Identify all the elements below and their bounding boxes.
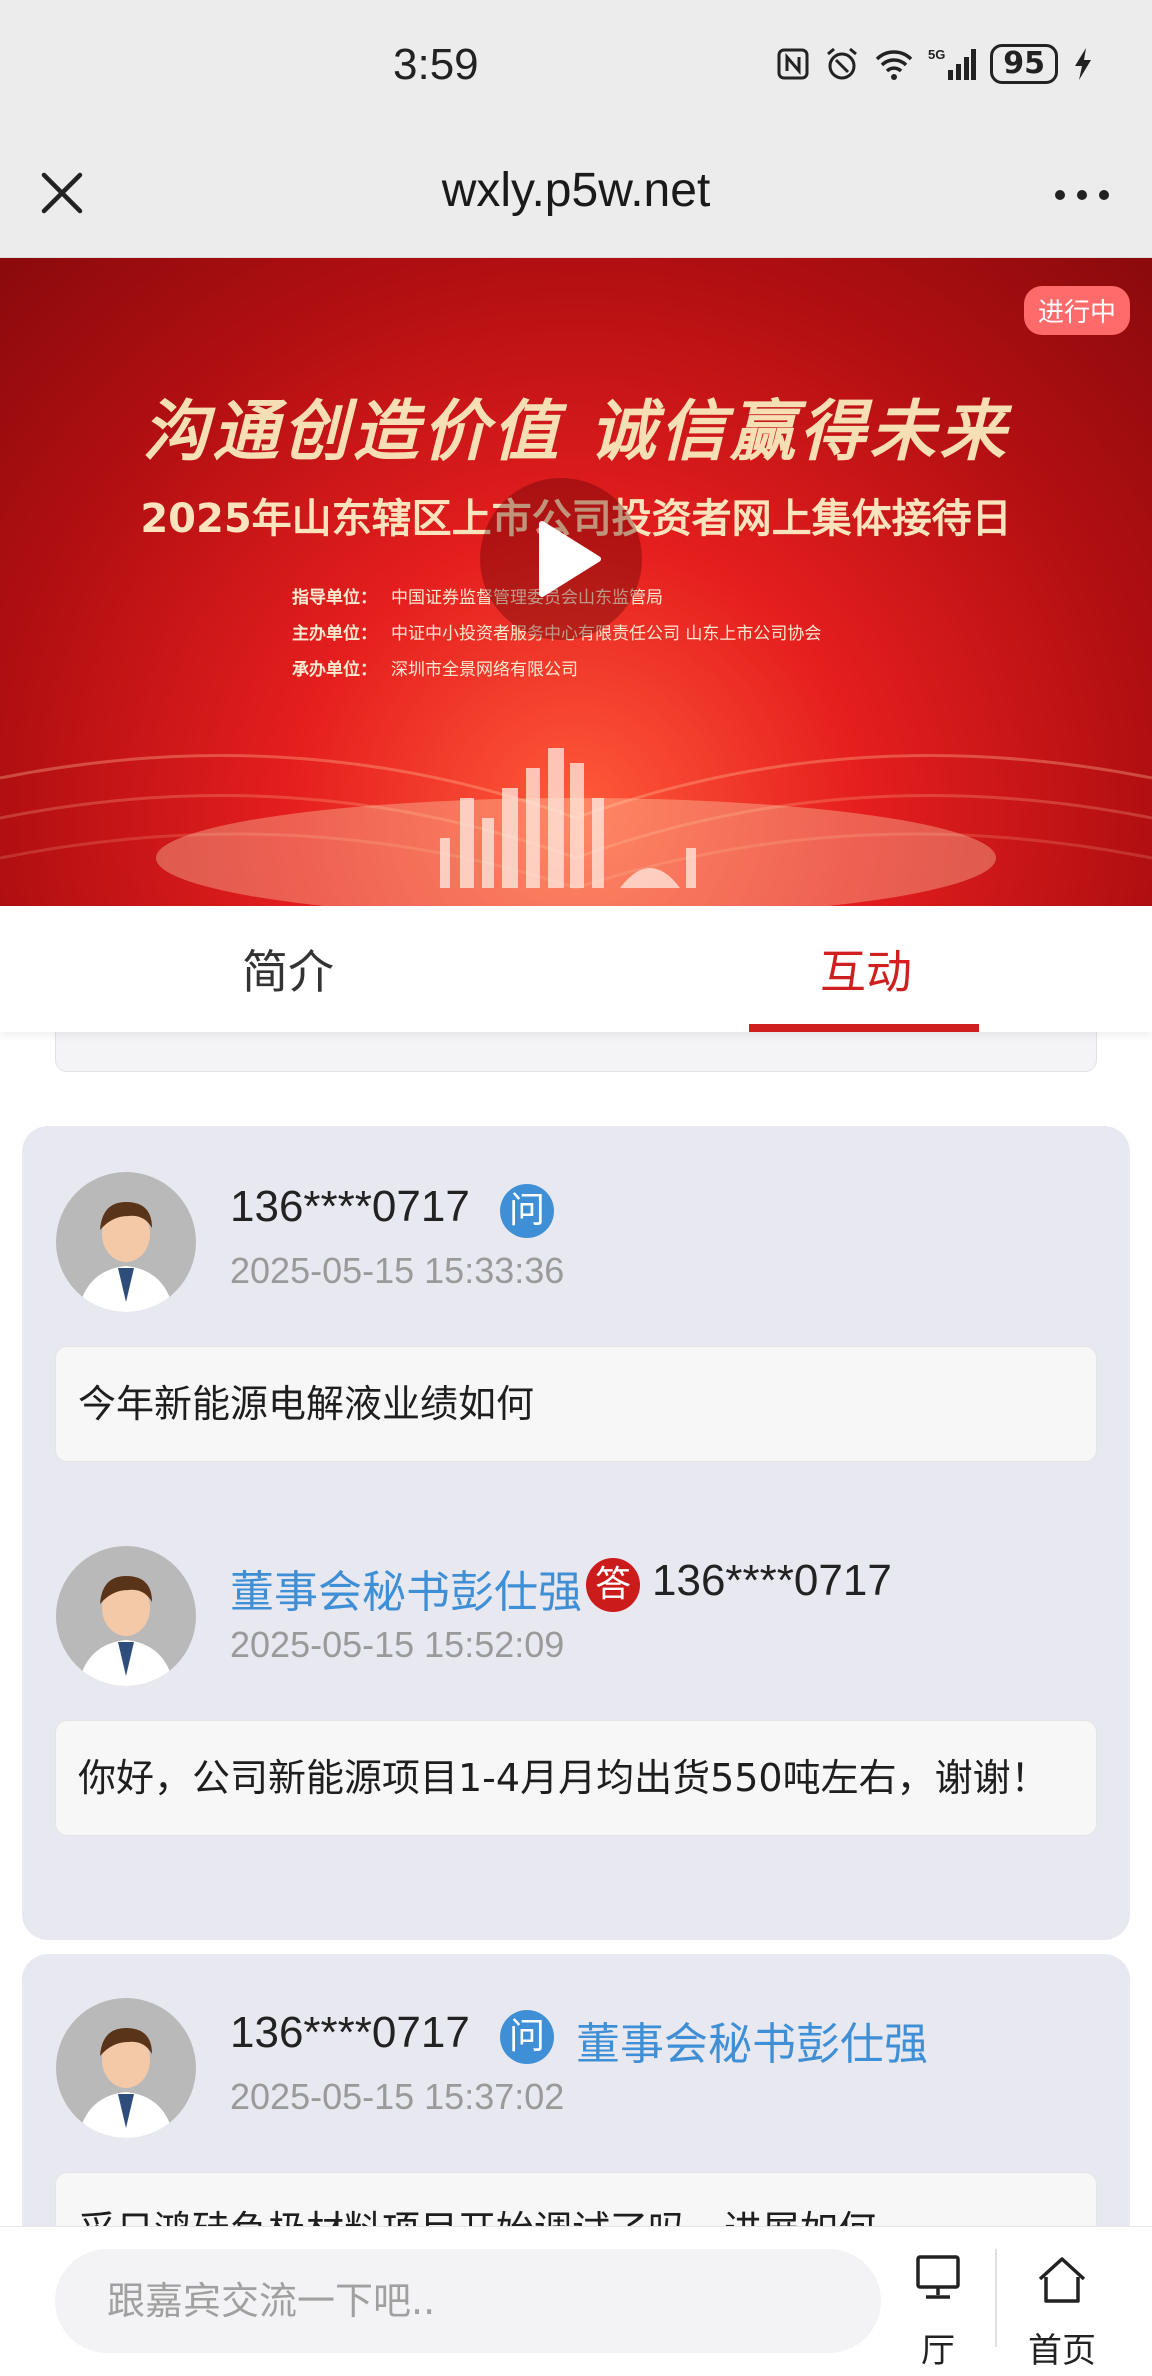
question-badge: 问 xyxy=(500,2010,554,2064)
home-icon xyxy=(1038,2257,1086,2303)
hall-label: 厅 xyxy=(921,2331,955,2371)
alarm-icon xyxy=(827,47,858,80)
page-url-title: wxly.p5w.net xyxy=(441,164,711,217)
nfc-icon xyxy=(777,48,809,80)
question-user: 136****0717 xyxy=(230,1182,470,1231)
qa-card: 136****0717 问 2025-05-15 15:33:36 今年新能源电… xyxy=(22,1126,1130,1940)
home-button[interactable]: 首页 xyxy=(1012,2249,1112,2371)
host-label: 主办单位： xyxy=(292,624,377,644)
tab-intro[interactable]: 简介 xyxy=(242,936,334,1002)
answer-text: 你好，公司新能源项目1-4月月均出货550吨左右，谢谢！ xyxy=(55,1720,1097,1836)
question-text: 采日鸿硅负极材料项目开始调试了吗，进展如何 xyxy=(55,2172,1097,2226)
charging-icon xyxy=(1075,48,1091,80)
banner-slogan: 沟通创造价值 诚信赢得未来 xyxy=(142,392,1010,470)
answer-user[interactable]: 董事会秘书彭仕强 xyxy=(230,1556,582,1620)
city-skyline-illustration xyxy=(440,748,696,888)
bottom-divider xyxy=(995,2249,997,2347)
home-label: 首页 xyxy=(1028,2331,1096,2371)
avatar xyxy=(56,1546,196,1686)
play-icon xyxy=(539,521,601,597)
active-tab-indicator xyxy=(749,1024,979,1032)
avatar xyxy=(56,1172,196,1312)
question-text: 今年新能源电解液业绩如何 xyxy=(55,1346,1097,1462)
svg-text:5G: 5G xyxy=(928,47,945,62)
live-video-banner[interactable]: 沟通创造价值 诚信赢得未来 2025年山东辖区上市公司投资者网上集体接待日 指导… xyxy=(0,258,1152,906)
question-user: 136****0717 xyxy=(230,2008,470,2057)
tab-bar: 简介 互动 xyxy=(0,906,1152,1032)
user-avatar-icon xyxy=(78,2028,174,2138)
guide-label: 指导单位： xyxy=(292,588,377,608)
play-button[interactable] xyxy=(480,478,642,640)
avatar xyxy=(56,1998,196,2138)
hall-button[interactable]: 厅 xyxy=(888,2249,988,2371)
qa-card: 136****0717 问 董事会秘书彭仕强 2025-05-15 15:37:… xyxy=(22,1954,1130,2226)
live-status-badge: 进行中 xyxy=(1023,286,1130,335)
5g-signal-icon: 5G xyxy=(928,47,977,80)
answer-to-user: 136****0717 xyxy=(652,1556,892,1605)
question-to-user[interactable]: 董事会秘书彭仕强 xyxy=(576,2008,928,2072)
organizer-label: 承办单位： xyxy=(292,660,377,680)
battery-level: 95 xyxy=(990,44,1058,84)
more-options-icon[interactable] xyxy=(1052,185,1112,205)
status-time: 3:59 xyxy=(393,40,479,89)
user-avatar-icon xyxy=(78,1576,174,1686)
question-time: 2025-05-15 15:37:02 xyxy=(230,2076,565,2117)
browser-nav-bar: wxly.p5w.net xyxy=(0,135,1152,258)
bottom-bar: 厅 首页 xyxy=(0,2226,1152,2376)
question-time: 2025-05-15 15:33:36 xyxy=(230,1250,565,1291)
wifi-icon xyxy=(876,50,913,80)
user-avatar-icon xyxy=(78,1202,174,1312)
organizer-value: 深圳市全景网络有限公司 xyxy=(391,660,578,680)
interaction-feed[interactable]: 136****0717 问 2025-05-15 15:33:36 今年新能源电… xyxy=(0,1032,1152,2226)
answer-time: 2025-05-15 15:52:09 xyxy=(230,1624,565,1665)
previous-card-edge xyxy=(55,1032,1097,1072)
monitor-icon xyxy=(916,2255,960,2299)
question-badge: 问 xyxy=(500,1184,554,1238)
answer-badge: 答 xyxy=(586,1558,640,1612)
status-bar: 3:59 5G 95 xyxy=(0,0,1152,135)
status-icons: 5G 95 xyxy=(776,44,1094,84)
chat-input[interactable] xyxy=(55,2249,881,2353)
tab-interaction[interactable]: 互动 xyxy=(820,936,912,1002)
